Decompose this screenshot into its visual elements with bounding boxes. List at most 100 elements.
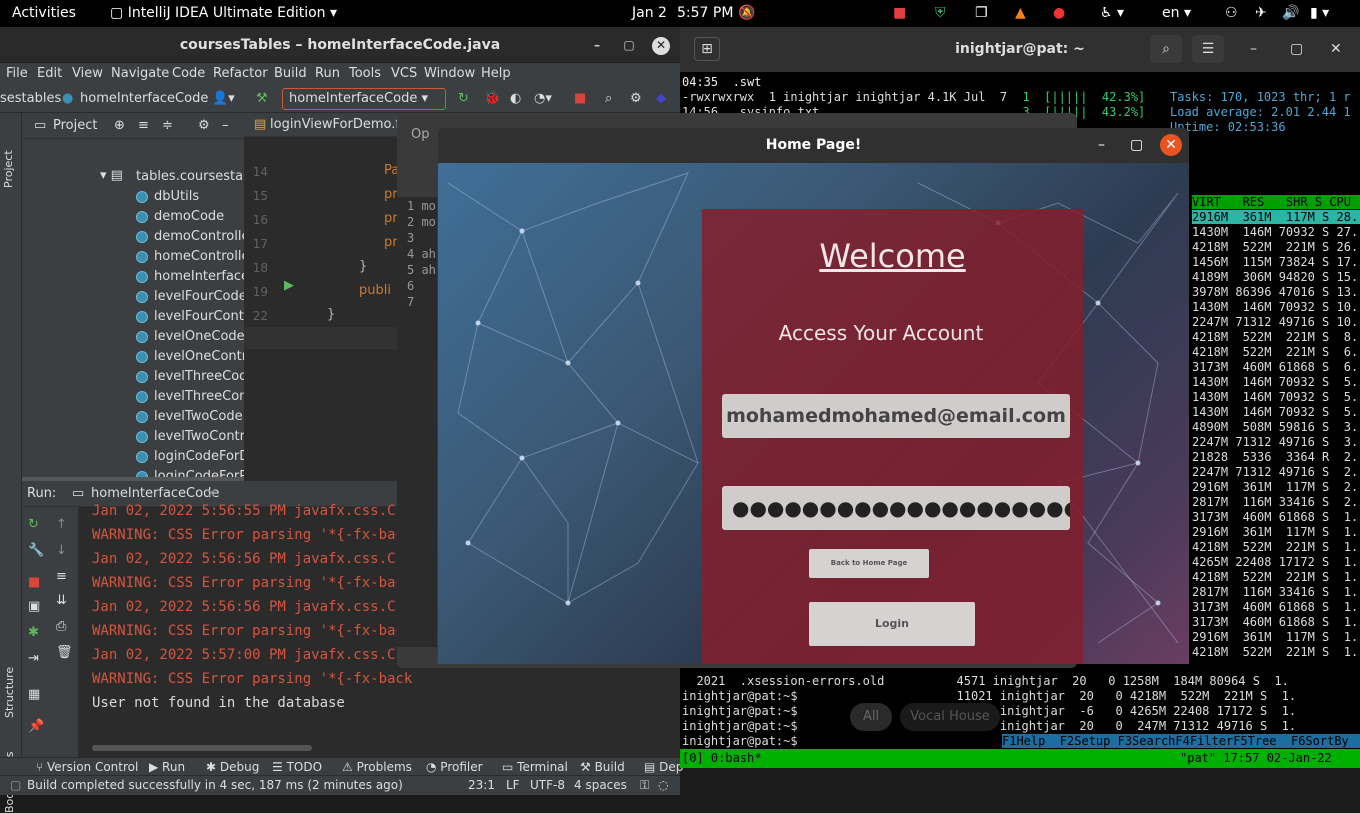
exit-icon[interactable]: ⇥ <box>28 651 39 666</box>
htop-function-keys[interactable]: F1Help F2Setup F3SearchF4FilterF5Tree F6… <box>1002 734 1360 748</box>
process-row[interactable]: 4189M 306M 94820 S 15. <box>1192 270 1360 284</box>
menu-vcs[interactable]: VCS <box>391 66 417 81</box>
process-row[interactable]: 4218M 522M 221M S 6. <box>1192 345 1360 359</box>
trash-icon[interactable]: 🗑 <box>56 645 73 660</box>
profile-icon[interactable]: ◔▾ <box>534 91 552 106</box>
process-row[interactable]: 2916M 361M 117M S 2. <box>1192 480 1360 494</box>
bottom-tab-terminal[interactable]: ▭ Terminal <box>502 760 568 774</box>
activities-button[interactable]: Activities <box>12 5 76 21</box>
chip-vocal-house[interactable]: Vocal House <box>900 703 1000 731</box>
tree-item-2[interactable]: demoController <box>134 227 244 247</box>
process-row[interactable]: 2247M 71312 49716 S 2. <box>1192 465 1360 479</box>
close-button[interactable]: ✕ <box>652 37 670 55</box>
maximize-button[interactable]: ▢ <box>1130 128 1143 162</box>
close-tab-icon[interactable]: × <box>206 486 217 501</box>
expand-icon[interactable]: ≑ <box>162 118 173 133</box>
tree-item-11[interactable]: levelTwoCode <box>134 407 244 427</box>
network-icon[interactable]: ⚇ <box>1225 5 1238 21</box>
process-row[interactable]: 4218M 522M 221M S 1. <box>1192 540 1360 554</box>
camera-icon[interactable]: ▣ <box>28 599 40 614</box>
tree-item-3[interactable]: homeController <box>134 247 244 267</box>
soft-wrap-icon[interactable]: ≡ <box>56 569 67 584</box>
window-icon[interactable]: ❐ <box>975 5 988 21</box>
menu-tools[interactable]: Tools <box>349 66 381 81</box>
menu-view[interactable]: View <box>72 66 103 81</box>
status-message[interactable]: Build completed successfully in 4 sec, 1… <box>27 778 403 792</box>
run-tab[interactable]: homeInterfaceCode <box>91 486 219 501</box>
process-row[interactable]: 4218M 522M 221M S 1. <box>1192 570 1360 584</box>
jetbrains-icon[interactable]: ◆ <box>656 91 666 106</box>
process-row[interactable]: 21828 5336 3364 R 2. <box>1192 450 1360 464</box>
process-row[interactable]: 3173M 460M 61868 S 6. <box>1192 360 1360 374</box>
console-scrollbar[interactable] <box>92 745 312 751</box>
menu-navigate[interactable]: Navigate <box>111 66 169 81</box>
debug-bug-icon[interactable]: ✱ <box>28 625 39 640</box>
process-row[interactable]: 1430M 146M 70932 S 5. <box>1192 375 1360 389</box>
process-row[interactable]: 1430M 146M 70932 S 5. <box>1192 390 1360 404</box>
collapse-icon[interactable]: ≡ <box>138 118 149 133</box>
bottom-tab-problems[interactable]: ⚠ Problems <box>342 760 412 774</box>
close-button[interactable]: ✕ <box>1330 27 1342 72</box>
process-row[interactable]: 2916M 361M 117M S 1. <box>1192 525 1360 539</box>
chip-all[interactable]: All <box>850 703 892 731</box>
bottom-tab-build[interactable]: ⚒ Build <box>580 760 625 774</box>
structure-side-tab[interactable]: Structure <box>3 638 16 718</box>
minimize-button[interactable]: – <box>1250 27 1257 72</box>
locate-icon[interactable]: ⊕ <box>114 118 125 133</box>
process-row[interactable]: 1456M 115M 73824 S 17. <box>1192 255 1360 269</box>
hamburger-icon[interactable]: ☰ <box>1192 35 1224 63</box>
volume-icon[interactable]: 🔊 <box>1282 5 1299 21</box>
indent-setting[interactable]: 4 spaces <box>574 778 627 792</box>
project-label[interactable]: Project <box>53 118 97 133</box>
file-encoding[interactable]: UTF-8 <box>530 778 565 792</box>
bottom-tab-debug[interactable]: ✱ Debug <box>206 760 259 774</box>
password-field[interactable]: ●●●●●●●●●●●●●●●●●●●●●● <box>722 486 1070 530</box>
back-to-home-button[interactable]: Back to Home Page <box>809 549 929 578</box>
tmux-window[interactable]: [0] 0:bash* <box>682 751 761 765</box>
menu-build[interactable]: Build <box>274 66 307 81</box>
tree-item-7[interactable]: levelOneCode <box>134 327 244 347</box>
tree-item-9[interactable]: levelThreeCode <box>134 367 244 387</box>
battery-icon[interactable]: ▮ ▾ <box>1310 5 1329 21</box>
user-icon[interactable]: 👤▾ <box>212 91 235 106</box>
process-row[interactable]: 2916M 361M 117M S 1. <box>1192 630 1360 644</box>
process-row[interactable]: 2247M 71312 49716 S 10. <box>1192 315 1360 329</box>
mega-icon[interactable]: ● <box>1053 5 1065 21</box>
menu-file[interactable]: File <box>6 66 28 81</box>
login-button[interactable]: Login <box>809 602 975 646</box>
process-row[interactable]: 1430M 146M 70932 S 10. <box>1192 300 1360 314</box>
accessibility-icon[interactable]: ♿ ▾ <box>1100 5 1124 21</box>
gear-icon[interactable]: ⚙ <box>198 118 210 133</box>
tree-item-13[interactable]: loginCodeForDe <box>134 447 244 467</box>
rerun-icon[interactable]: ↻ <box>28 517 39 532</box>
process-row[interactable]: 4218M 522M 221M S 26. <box>1192 240 1360 254</box>
app-menu[interactable]: ▢ IntelliJ IDEA Ultimate Edition ▾ <box>110 5 337 21</box>
settings-icon[interactable]: ⚙ <box>630 91 642 106</box>
menu-edit[interactable]: Edit <box>37 66 62 81</box>
record-icon[interactable]: ■ <box>893 5 906 21</box>
bell-off-icon[interactable]: 🔕 <box>738 5 755 21</box>
tree-item-10[interactable]: levelThreeContr <box>134 387 244 407</box>
process-row[interactable]: 2817M 116M 33416 S 1. <box>1192 585 1360 599</box>
rerun-icon[interactable]: ↻ <box>458 91 469 106</box>
search-icon[interactable]: ⌕ <box>1150 35 1182 63</box>
layout-icon[interactable]: ▦ <box>28 687 40 702</box>
email-field[interactable]: mohamedmohamed@email.com <box>722 394 1070 438</box>
process-row[interactable]: 4265M 22408 17172 S 1. <box>1192 555 1360 569</box>
bottom-tab-run[interactable]: ▶ Run <box>149 760 185 774</box>
language-selector[interactable]: en ▾ <box>1162 5 1191 21</box>
vlc-icon[interactable]: ▲ <box>1015 5 1026 21</box>
process-row[interactable]: 3173M 460M 61868 S 1. <box>1192 600 1360 614</box>
stop-icon[interactable]: ■ <box>574 91 586 106</box>
maximize-button[interactable]: ▢ <box>620 37 638 55</box>
project-side-tab[interactable]: Project <box>2 128 15 188</box>
process-row[interactable]: 1430M 146M 70932 S 27. <box>1192 225 1360 239</box>
airplane-icon[interactable]: ✈ <box>1255 5 1267 21</box>
tree-item-6[interactable]: levelFourContro <box>134 307 244 327</box>
print-icon[interactable]: ⎙ <box>56 619 66 634</box>
lock-icon[interactable]: ⚿ <box>640 778 649 793</box>
process-row[interactable]: 4218M 522M 221M S 1. <box>1192 645 1360 659</box>
run-gutter-icon[interactable]: ▶ <box>284 278 294 293</box>
minimize-button[interactable]: – <box>1098 128 1105 162</box>
breadcrumb-project[interactable]: sestables <box>0 91 61 106</box>
